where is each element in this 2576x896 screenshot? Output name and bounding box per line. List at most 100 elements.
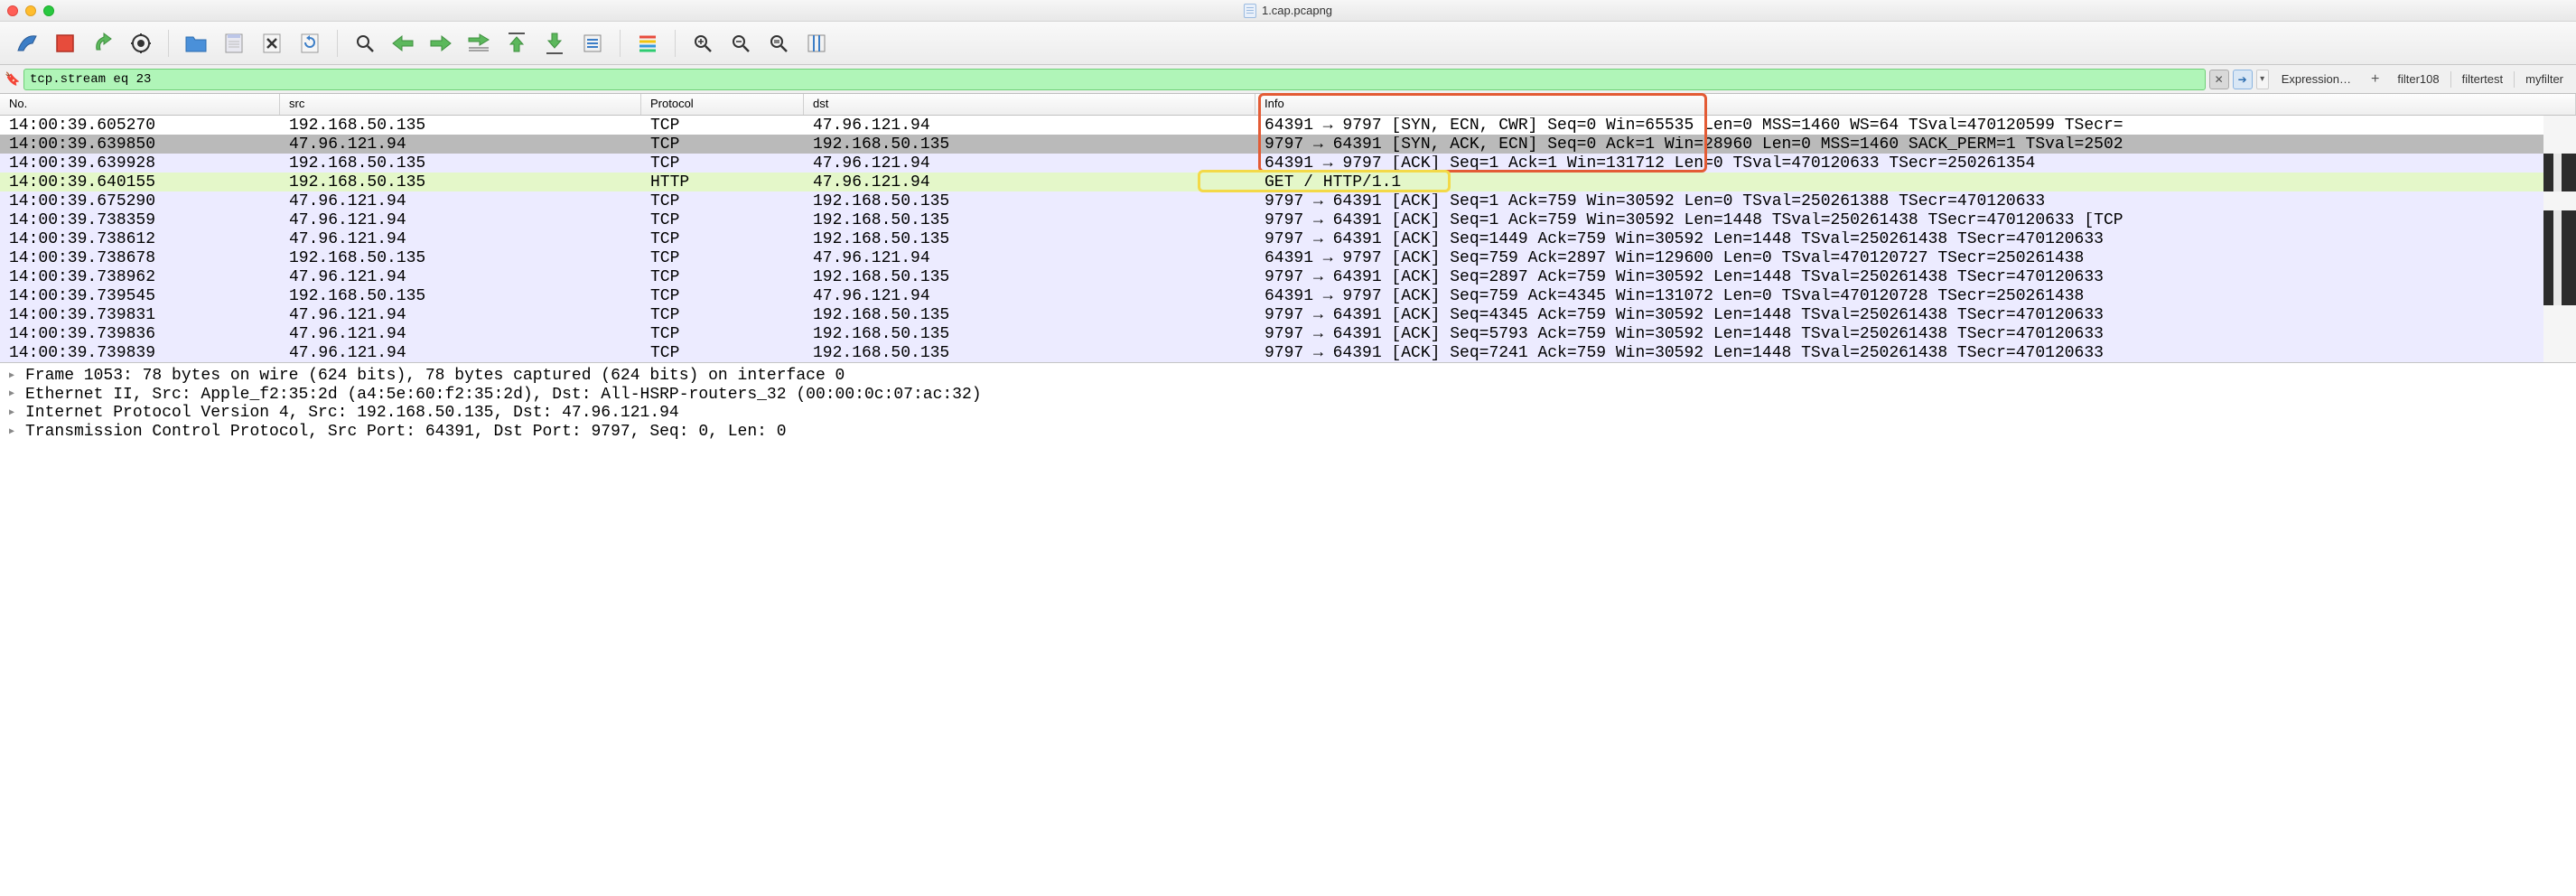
packet-cell-dst: 47.96.121.94: [804, 250, 1255, 266]
filter-value-text: tcp.stream eq 23: [30, 72, 151, 87]
detail-row-ip[interactable]: ▶Internet Protocol Version 4, Src: 192.1…: [9, 404, 2567, 423]
disclosure-triangle-icon[interactable]: ▶: [9, 389, 22, 400]
column-header-proto[interactable]: Protocol: [641, 94, 804, 115]
packet-list-header: No. src Protocol dst Info: [0, 94, 2576, 116]
packet-cell-proto: TCP: [641, 345, 804, 361]
save-file-button[interactable]: [218, 27, 250, 60]
close-window-button[interactable]: [7, 5, 18, 16]
autoscroll-button[interactable]: [576, 27, 609, 60]
go-back-button[interactable]: [387, 27, 419, 60]
packet-row[interactable]: 14:00:39.67529047.96.121.94TCP192.168.50…: [0, 191, 2543, 210]
minimap-mark: [2543, 286, 2576, 305]
packet-cell-no: 14:00:39.739839: [0, 345, 280, 361]
resize-columns-button[interactable]: [800, 27, 833, 60]
packet-cell-dst: 47.96.121.94: [804, 288, 1255, 304]
packet-cell-info: 9797 → 64391 [ACK] Seq=5793 Ack=759 Win=…: [1255, 326, 2543, 342]
filter-shortcut-3[interactable]: myfilter: [2518, 72, 2571, 86]
go-forward-button[interactable]: [425, 27, 457, 60]
bookmark-icon[interactable]: 🔖: [5, 70, 20, 89]
minimize-window-button[interactable]: [25, 5, 36, 16]
minimap-mark: [2543, 173, 2576, 191]
close-file-button[interactable]: [256, 27, 288, 60]
shark-fin-icon[interactable]: [11, 27, 43, 60]
find-packet-button[interactable]: [349, 27, 381, 60]
packet-cell-dst: 192.168.50.135: [804, 136, 1255, 153]
column-header-info[interactable]: Info: [1255, 94, 2576, 115]
add-filter-button[interactable]: +: [2364, 71, 2386, 88]
separator: [2450, 71, 2451, 88]
packet-row[interactable]: 14:00:39.73896247.96.121.94TCP192.168.50…: [0, 267, 2543, 286]
packet-cell-src: 47.96.121.94: [280, 231, 641, 247]
display-filter-bar: 🔖 tcp.stream eq 23 ✕ ➔ ▾ Expression… + f…: [0, 65, 2576, 94]
detail-row-frame[interactable]: ▶Frame 1053: 78 bytes on wire (624 bits)…: [9, 367, 2567, 386]
packet-cell-proto: TCP: [641, 231, 804, 247]
open-file-button[interactable]: [180, 27, 212, 60]
restart-capture-button[interactable]: [87, 27, 119, 60]
zoom-reset-button[interactable]: [762, 27, 795, 60]
packet-row[interactable]: 14:00:39.73861247.96.121.94TCP192.168.50…: [0, 229, 2543, 248]
display-filter-input[interactable]: tcp.stream eq 23: [23, 69, 2206, 90]
packet-cell-proto: TCP: [641, 136, 804, 153]
goto-last-packet-button[interactable]: [538, 27, 571, 60]
packet-row[interactable]: 14:00:39.739545192.168.50.135TCP47.96.12…: [0, 286, 2543, 305]
filter-shortcut-2[interactable]: filtertest: [2455, 72, 2511, 86]
packet-cell-src: 47.96.121.94: [280, 345, 641, 361]
packet-list[interactable]: 14:00:39.605270192.168.50.135TCP47.96.12…: [0, 116, 2543, 362]
packet-cell-info: 9797 → 64391 [ACK] Seq=1 Ack=759 Win=305…: [1255, 212, 2543, 229]
packet-cell-proto: TCP: [641, 193, 804, 210]
detail-row-ethernet[interactable]: ▶Ethernet II, Src: Apple_f2:35:2d (a4:5e…: [9, 386, 2567, 405]
toolbar-separator: [337, 30, 338, 57]
separator: [2514, 71, 2515, 88]
reload-file-button[interactable]: [294, 27, 326, 60]
packet-row[interactable]: 14:00:39.73835947.96.121.94TCP192.168.50…: [0, 210, 2543, 229]
packet-cell-info: 64391 → 9797 [ACK] Seq=1 Ack=1 Win=13171…: [1255, 155, 2543, 172]
packet-row[interactable]: 14:00:39.738678192.168.50.135TCP47.96.12…: [0, 248, 2543, 267]
packet-cell-dst: 47.96.121.94: [804, 117, 1255, 134]
disclosure-triangle-icon[interactable]: ▶: [9, 408, 22, 419]
packet-row[interactable]: 14:00:39.63985047.96.121.94TCP192.168.50…: [0, 135, 2543, 154]
colorize-list-button[interactable]: [631, 27, 664, 60]
detail-label: Ethernet II, Src: Apple_f2:35:2d (a4:5e:…: [25, 386, 982, 405]
minimap-mark: [2543, 248, 2576, 267]
column-header-src[interactable]: src: [280, 94, 641, 115]
packet-cell-src: 47.96.121.94: [280, 326, 641, 342]
goto-packet-button[interactable]: [462, 27, 495, 60]
detail-row-tcp[interactable]: ▶Transmission Control Protocol, Src Port…: [9, 423, 2567, 442]
filter-shortcut-1[interactable]: filter108: [2390, 72, 2446, 86]
goto-first-packet-button[interactable]: [500, 27, 533, 60]
column-header-no[interactable]: No.: [0, 94, 280, 115]
packet-cell-dst: 192.168.50.135: [804, 307, 1255, 323]
filter-history-dropdown[interactable]: ▾: [2256, 70, 2269, 89]
zoom-in-button[interactable]: [686, 27, 719, 60]
disclosure-triangle-icon[interactable]: ▶: [9, 427, 22, 438]
zoom-window-button[interactable]: [43, 5, 54, 16]
disclosure-triangle-icon[interactable]: ▶: [9, 371, 22, 382]
packet-cell-info: 9797 → 64391 [ACK] Seq=2897 Ack=759 Win=…: [1255, 269, 2543, 285]
packet-cell-no: 14:00:39.640155: [0, 174, 280, 191]
packet-row[interactable]: 14:00:39.73983647.96.121.94TCP192.168.50…: [0, 324, 2543, 343]
packet-row[interactable]: 14:00:39.640155192.168.50.135HTTP47.96.1…: [0, 173, 2543, 191]
packet-row[interactable]: 14:00:39.605270192.168.50.135TCP47.96.12…: [0, 116, 2543, 135]
packet-row[interactable]: 14:00:39.73983947.96.121.94TCP192.168.50…: [0, 343, 2543, 362]
packet-cell-proto: TCP: [641, 155, 804, 172]
packet-cell-no: 14:00:39.739545: [0, 288, 280, 304]
expression-builder-button[interactable]: Expression…: [2273, 72, 2360, 86]
packet-details-pane[interactable]: ▶Frame 1053: 78 bytes on wire (624 bits)…: [0, 362, 2576, 445]
clear-filter-button[interactable]: ✕: [2209, 70, 2229, 89]
apply-filter-button[interactable]: ➔: [2233, 70, 2253, 89]
capture-options-button[interactable]: [125, 27, 157, 60]
packet-minimap[interactable]: [2543, 116, 2576, 362]
packet-cell-info: 64391 → 9797 [ACK] Seq=759 Ack=4345 Win=…: [1255, 288, 2543, 304]
packet-row[interactable]: 14:00:39.639928192.168.50.135TCP47.96.12…: [0, 154, 2543, 173]
packet-cell-src: 47.96.121.94: [280, 269, 641, 285]
packet-cell-no: 14:00:39.738962: [0, 269, 280, 285]
stop-capture-button[interactable]: [49, 27, 81, 60]
main-toolbar: [0, 22, 2576, 65]
packet-cell-no: 14:00:39.739831: [0, 307, 280, 323]
detail-label: Transmission Control Protocol, Src Port:…: [25, 423, 787, 442]
minimap-mark: [2543, 210, 2576, 229]
zoom-out-button[interactable]: [724, 27, 757, 60]
packet-cell-proto: TCP: [641, 117, 804, 134]
packet-row[interactable]: 14:00:39.73983147.96.121.94TCP192.168.50…: [0, 305, 2543, 324]
column-header-dst[interactable]: dst: [804, 94, 1255, 115]
